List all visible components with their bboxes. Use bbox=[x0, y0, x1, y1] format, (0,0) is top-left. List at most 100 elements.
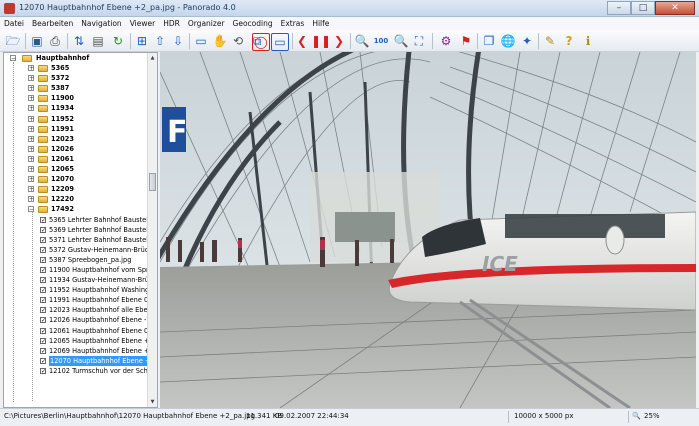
file-checkbox[interactable]: ✓ bbox=[40, 236, 46, 243]
close-button[interactable]: ✕ bbox=[655, 1, 695, 15]
tree-file-item[interactable]: ✓ 5372 Gustav-Heinemann-Brück bbox=[4, 245, 152, 255]
menu-hdr[interactable]: HDR bbox=[159, 17, 184, 30]
expand-toggle[interactable]: + bbox=[28, 105, 34, 112]
flag-icon[interactable]: ⚑ bbox=[458, 33, 474, 49]
monitor-icon[interactable]: ▭ bbox=[193, 33, 209, 49]
expand-toggle[interactable]: + bbox=[28, 95, 34, 102]
tree-file-item[interactable]: ✓ 12070 Hauptbahnhof Ebene +2 bbox=[4, 355, 156, 366]
sort-icon[interactable]: ⇅ bbox=[71, 33, 87, 49]
circle-view-icon[interactable]: ◯ bbox=[252, 33, 270, 51]
tree-scrollbar[interactable]: ▲ ▼ bbox=[147, 53, 157, 407]
fullscreen-icon[interactable]: ⛶ bbox=[411, 33, 427, 49]
tree-file-item[interactable]: ✓ 11934 Gustav-Heinemann-Brüc bbox=[4, 275, 153, 285]
pause-icon[interactable]: ❚❚ bbox=[311, 33, 331, 49]
expand-toggle[interactable]: + bbox=[28, 135, 34, 142]
tree-folder-item[interactable]: +5365 bbox=[4, 63, 148, 73]
expand-toggle[interactable]: + bbox=[28, 166, 34, 173]
tree-folder-item[interactable]: +11934 bbox=[4, 103, 148, 113]
expand-toggle[interactable]: + bbox=[28, 145, 34, 152]
tools-icon[interactable]: ✎ bbox=[542, 33, 558, 49]
tree-file-item[interactable]: ✓ 11952 Hauptbahnhof Washingt bbox=[4, 285, 152, 295]
hand-icon[interactable]: ✋ bbox=[212, 33, 228, 49]
arrow-up-icon[interactable]: ⇧ bbox=[152, 33, 168, 49]
tree-folder-item[interactable]: +5387 bbox=[4, 83, 148, 93]
file-checkbox[interactable]: ✓ bbox=[40, 347, 46, 354]
tree-file-item[interactable]: ✓ 5387 Spreebogen_pa.jpg bbox=[4, 255, 148, 265]
window-icon[interactable]: ❐ bbox=[481, 33, 497, 49]
file-checkbox[interactable]: ✓ bbox=[40, 307, 46, 314]
file-checkbox[interactable]: ✓ bbox=[40, 246, 46, 253]
menu-datei[interactable]: Datei bbox=[0, 17, 28, 30]
tree-root[interactable]: − Hauptbahnhof bbox=[4, 53, 148, 63]
tree-file-item[interactable]: ✓ 5369 Lehrter Bahnhof Baustelle bbox=[4, 225, 154, 235]
menu-hilfe[interactable]: Hilfe bbox=[308, 17, 333, 30]
back-icon[interactable]: ❮ bbox=[294, 33, 310, 49]
tree-file-item[interactable]: ✓ 12065 Hauptbahnhof Ebene +1 bbox=[4, 336, 154, 346]
expand-toggle[interactable]: + bbox=[28, 65, 34, 72]
expand-toggle[interactable]: + bbox=[28, 176, 34, 183]
zoom-100-icon[interactable]: 100 bbox=[372, 33, 390, 49]
panorama-viewer[interactable]: F ICE bbox=[160, 52, 696, 408]
tree-folder-item[interactable]: +12061 bbox=[4, 154, 148, 164]
tree-file-item[interactable]: ✓ 12023 Hauptbahnhof alle Ebene bbox=[4, 305, 156, 315]
info-icon[interactable]: ℹ bbox=[580, 33, 596, 49]
tree-file-item[interactable]: ✓ 11900 Hauptbahnhof vom Spre bbox=[4, 265, 153, 275]
frame-icon[interactable]: ▭ bbox=[271, 33, 289, 51]
file-checkbox[interactable]: ✓ bbox=[40, 226, 46, 233]
expand-toggle[interactable]: + bbox=[28, 186, 34, 193]
menu-geocoding[interactable]: Geocoding bbox=[229, 17, 277, 30]
help-icon[interactable]: ? bbox=[561, 33, 577, 49]
tree-folder-item[interactable]: − 17492 bbox=[4, 204, 148, 214]
menu-viewer[interactable]: Viewer bbox=[126, 17, 160, 30]
tree-folder-item[interactable]: +12023 bbox=[4, 134, 148, 144]
menu-extras[interactable]: Extras bbox=[277, 17, 309, 30]
tree-folder-item[interactable]: +12070 bbox=[4, 174, 148, 184]
gallery-icon[interactable]: ▣ bbox=[29, 33, 45, 49]
tree-file-item[interactable]: ✓ 12069 Hauptbahnhof Ebene +2 bbox=[4, 346, 154, 356]
file-checkbox[interactable]: ✓ bbox=[40, 256, 46, 263]
file-checkbox[interactable]: ✓ bbox=[40, 337, 46, 344]
tree-folder-item[interactable]: +5372 bbox=[4, 73, 148, 83]
scroll-thumb[interactable] bbox=[149, 173, 156, 191]
maximize-button[interactable]: □ bbox=[631, 1, 655, 15]
file-checkbox[interactable]: ✓ bbox=[40, 367, 46, 374]
tree-file-item[interactable]: ✓ 12102 Turmschuh vor der Schw bbox=[4, 366, 153, 376]
file-checkbox[interactable]: ✓ bbox=[40, 327, 46, 334]
tree-folder-item[interactable]: +11900 bbox=[4, 93, 148, 103]
expand-toggle[interactable]: + bbox=[28, 125, 34, 132]
menu-navigation[interactable]: Navigation bbox=[77, 17, 125, 30]
expand-toggle[interactable]: + bbox=[28, 155, 34, 162]
compass-icon[interactable]: ✦ bbox=[519, 33, 535, 49]
filter-icon[interactable]: ▤ bbox=[90, 33, 106, 49]
tree-folder-item[interactable]: +11991 bbox=[4, 124, 148, 134]
refresh-icon[interactable]: ↻ bbox=[110, 33, 126, 49]
tree-file-item[interactable]: ✓ 11991 Hauptbahnhof Ebene 0 S bbox=[4, 295, 154, 305]
open-folder-icon[interactable]: 🗁 bbox=[5, 33, 21, 49]
tree-folder-item[interactable]: +12209 bbox=[4, 184, 148, 194]
forward-icon[interactable]: ❯ bbox=[331, 33, 347, 49]
rotate-icon[interactable]: ⟲ bbox=[230, 33, 246, 49]
collapse-toggle[interactable]: − bbox=[10, 55, 16, 62]
zoom-in-icon[interactable]: 🔍 bbox=[354, 33, 370, 49]
tree-folder-item[interactable]: +11952 bbox=[4, 114, 148, 124]
file-checkbox[interactable]: ✓ bbox=[40, 287, 46, 294]
tree-file-item[interactable]: ✓ 5365 Lehrter Bahnhof Baustelle bbox=[4, 215, 154, 225]
print-icon[interactable]: ⎙ bbox=[47, 33, 63, 49]
scroll-down-button[interactable]: ▼ bbox=[148, 397, 157, 407]
file-checkbox[interactable]: ✓ bbox=[40, 317, 46, 324]
tree-folder-item[interactable]: +12026 bbox=[4, 144, 148, 154]
file-checkbox[interactable]: ✓ bbox=[40, 277, 46, 284]
file-checkbox[interactable]: ✓ bbox=[40, 216, 46, 223]
tree-file-item[interactable]: ✓ 12026 Hauptbahnhof Ebene -1 bbox=[4, 315, 151, 325]
expand-toggle[interactable]: + bbox=[28, 85, 34, 92]
menu-organizer[interactable]: Organizer bbox=[184, 17, 229, 30]
tree-folder-item[interactable]: +12065 bbox=[4, 164, 148, 174]
minimize-button[interactable]: – bbox=[607, 1, 631, 15]
arrow-down-icon[interactable]: ⇩ bbox=[170, 33, 186, 49]
tree-folder-item[interactable]: +12220 bbox=[4, 194, 148, 204]
expand-toggle[interactable]: + bbox=[28, 75, 34, 82]
settings-icon[interactable]: ⚙ bbox=[438, 33, 454, 49]
collapse-toggle[interactable]: − bbox=[28, 206, 34, 213]
zoom-out-icon[interactable]: 🔍 bbox=[393, 33, 409, 49]
file-checkbox[interactable]: ✓ bbox=[40, 297, 46, 304]
